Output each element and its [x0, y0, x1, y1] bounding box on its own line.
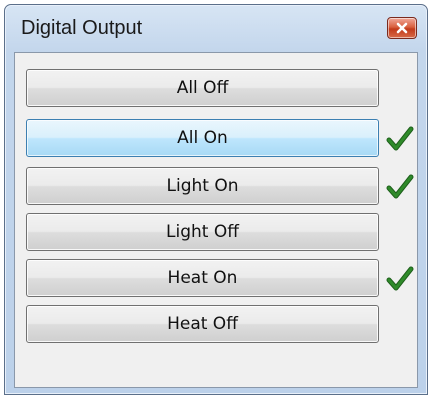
- output-row: Heat On: [15, 259, 419, 299]
- window-title: Digital Output: [21, 17, 143, 39]
- output-row: Light On: [15, 167, 419, 207]
- title-bar[interactable]: Digital Output: [5, 5, 427, 51]
- close-icon: [396, 22, 408, 34]
- heat-on-button[interactable]: Heat On: [26, 259, 379, 297]
- output-row: All Off: [15, 69, 419, 109]
- digital-output-window: Digital Output All Off All On Light On L…: [4, 4, 428, 395]
- output-row: Heat Off: [15, 305, 419, 345]
- all-off-button[interactable]: All Off: [26, 69, 379, 107]
- checkmark-icon: [385, 265, 415, 293]
- output-row: Light Off: [15, 213, 419, 253]
- close-button[interactable]: [387, 17, 417, 39]
- checkmark-icon: [385, 125, 415, 153]
- light-off-button[interactable]: Light Off: [26, 213, 379, 251]
- heat-off-button[interactable]: Heat Off: [26, 305, 379, 343]
- button-panel: All Off All On Light On Light Off Heat O…: [14, 52, 418, 388]
- all-on-button[interactable]: All On: [26, 119, 379, 157]
- light-on-button[interactable]: Light On: [26, 167, 379, 205]
- checkmark-icon: [385, 173, 415, 201]
- output-row: All On: [15, 119, 419, 159]
